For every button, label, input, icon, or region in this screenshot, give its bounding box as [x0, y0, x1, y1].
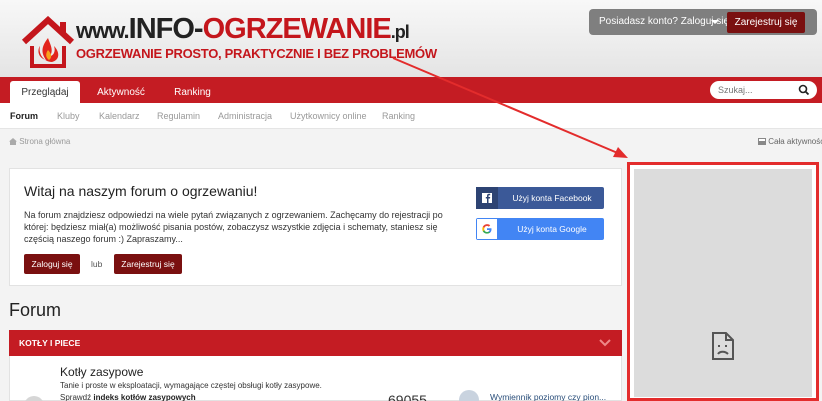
- search-box: [710, 81, 817, 99]
- forum-heading: Forum: [9, 300, 62, 320]
- facebook-icon: [476, 187, 498, 209]
- logo-tld: .pl: [390, 22, 410, 42]
- forum-subdescription: Sprawdź indeks kotłów zasypowych: [60, 393, 196, 401]
- logo-tagline: OGRZEWANIE PROSTO, PRAKTYCZNIE I BEZ PRO…: [76, 46, 437, 61]
- activity-icon: [758, 138, 766, 145]
- site-logo[interactable]: www.INFO-OGRZEWANIE.pl OGRZEWANIE PROSTO…: [14, 10, 437, 72]
- category-header[interactable]: KOTŁY I PIECE: [9, 330, 622, 356]
- boiler-index-link[interactable]: indeks kotłów zasypowych: [93, 393, 195, 401]
- google-login-label: Użyj konta Google: [517, 224, 587, 234]
- forum-row[interactable]: Kotły zasypowe Tanie i proste w eksploat…: [9, 356, 622, 401]
- all-activity-label: Cała aktywność: [768, 137, 822, 146]
- forum-name[interactable]: Kotły zasypowe: [60, 365, 143, 379]
- forum-description: Tanie i proste w eksploatacji, wymagając…: [60, 381, 322, 390]
- subnav-rules[interactable]: Regulamin: [157, 111, 200, 121]
- caret-down-icon[interactable]: [711, 20, 719, 24]
- ad-placeholder-frame: [627, 162, 819, 401]
- all-activity-link[interactable]: Cała aktywność: [758, 137, 822, 146]
- site-header: www.INFO-OGRZEWANIE.pl OGRZEWANIE PROSTO…: [0, 0, 822, 77]
- house-flame-icon: [21, 16, 75, 68]
- main-nav: Przeglądaj Aktywność Ranking: [0, 77, 822, 103]
- search-icon[interactable]: [798, 84, 810, 96]
- last-post-link[interactable]: Wymiennik poziomy czy pion...: [490, 392, 606, 401]
- chevron-down-icon[interactable]: [599, 338, 611, 348]
- breadcrumb: Strona główna: [9, 137, 70, 146]
- tab-browse[interactable]: Przeglądaj: [10, 81, 80, 103]
- subnav-forum[interactable]: Forum: [10, 111, 38, 121]
- sub-nav: Forum Kluby Kalendarz Regulamin Administ…: [0, 103, 822, 129]
- broken-page-icon: [712, 332, 734, 360]
- facebook-login-label: Użyj konta Facebook: [512, 193, 592, 203]
- google-icon: [477, 219, 497, 239]
- forum-subdescription-prefix: Sprawdź: [60, 393, 92, 401]
- breadcrumb-home[interactable]: Strona główna: [19, 137, 70, 146]
- sign-in-link[interactable]: Posiadasz konto? Zaloguj się: [599, 16, 729, 27]
- logo-wordmark: www.INFO-OGRZEWANIE.pl: [76, 12, 410, 49]
- tab-activity[interactable]: Aktywność: [90, 81, 152, 103]
- register-button[interactable]: Zarejestruj się: [727, 12, 805, 33]
- category-title[interactable]: KOTŁY I PIECE: [19, 338, 80, 348]
- forum-status-icon: [24, 396, 44, 401]
- logo-brand-b: OGRZEWANIE: [202, 13, 392, 45]
- search-input[interactable]: [718, 84, 798, 96]
- welcome-title: Witaj na naszym forum o ogrzewaniu!: [24, 183, 258, 199]
- login-button[interactable]: Zaloguj się: [24, 254, 80, 274]
- google-login-button[interactable]: Użyj konta Google: [476, 218, 604, 240]
- tab-ranking[interactable]: Ranking: [165, 81, 220, 103]
- subnav-ranking[interactable]: Ranking: [382, 111, 415, 121]
- subnav-calendar[interactable]: Kalendarz: [99, 111, 140, 121]
- subnav-clubs[interactable]: Kluby: [57, 111, 80, 121]
- logo-www: www.: [76, 18, 130, 43]
- logo-brand-a: INFO-: [128, 13, 204, 45]
- welcome-register-button[interactable]: Zarejestruj się: [114, 254, 182, 274]
- last-poster-avatar[interactable]: [459, 390, 479, 401]
- or-label: lub: [91, 259, 103, 269]
- home-icon: [9, 138, 17, 145]
- welcome-panel: Witaj na naszym forum o ogrzewaniu! Na f…: [9, 168, 622, 286]
- welcome-text: Na forum znajdziesz odpowiedzi na wiele …: [24, 210, 443, 244]
- subnav-administration[interactable]: Administracja: [218, 111, 272, 121]
- ad-placeholder: [634, 169, 812, 397]
- account-bar: Posiadasz konto? Zaloguj się Zarejestruj…: [589, 9, 817, 35]
- subnav-online-users[interactable]: Użytkownicy online: [290, 111, 367, 121]
- facebook-login-button[interactable]: Użyj konta Facebook: [476, 187, 604, 209]
- post-count: 69055: [388, 392, 427, 401]
